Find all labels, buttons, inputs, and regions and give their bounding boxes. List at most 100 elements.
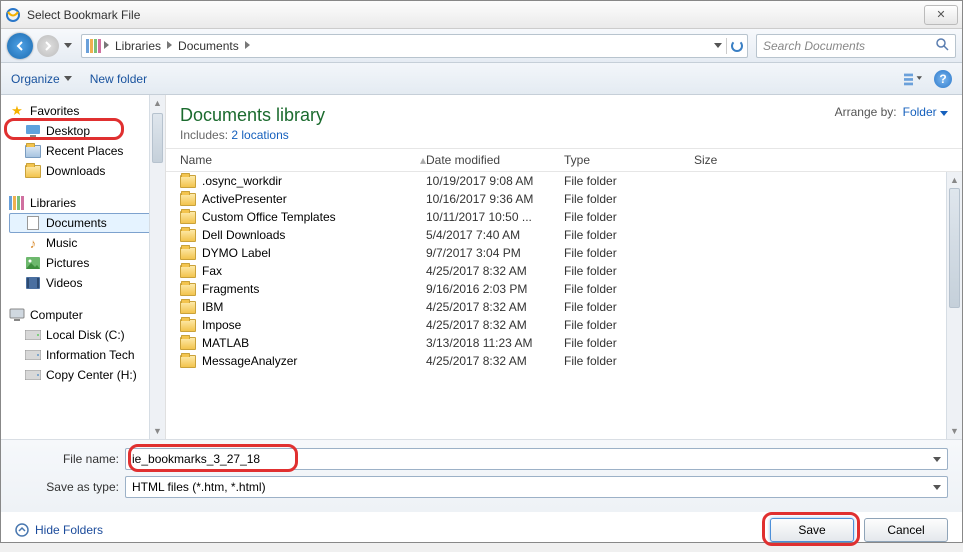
scroll-down-icon[interactable]: ▼ <box>150 423 165 439</box>
computer-icon <box>9 307 25 323</box>
sidebar-item-localdisk[interactable]: Local Disk (C:) <box>9 325 165 345</box>
column-headers: Name ▴ Date modified Type Size <box>166 149 962 172</box>
includes-label: Includes: <box>180 128 228 142</box>
close-button[interactable]: ✕ <box>924 5 958 25</box>
nav-forward-button[interactable] <box>37 35 59 57</box>
netdrive-icon <box>25 347 41 363</box>
scroll-thumb[interactable] <box>949 188 960 308</box>
file-date: 9/16/2016 2:03 PM <box>426 282 564 296</box>
file-name: Custom Office Templates <box>202 210 336 224</box>
sidebar-item-recent[interactable]: Recent Places <box>9 141 165 161</box>
organize-menu[interactable]: Organize <box>11 72 72 86</box>
hide-folders-button[interactable]: Hide Folders <box>15 523 103 537</box>
folder-icon <box>180 319 196 332</box>
sidebar-item-videos[interactable]: Videos <box>9 273 165 293</box>
scroll-up-icon[interactable]: ▲ <box>150 95 165 111</box>
file-date: 10/16/2017 9:36 AM <box>426 192 564 206</box>
ie-icon <box>5 7 21 23</box>
file-row[interactable]: DYMO Label 9/7/2017 3:04 PMFile folder <box>166 244 962 262</box>
search-placeholder: Search Documents <box>763 39 865 53</box>
sidebar-item-infotech[interactable]: Information Tech <box>9 345 165 365</box>
file-date: 4/25/2017 8:32 AM <box>426 318 564 332</box>
computer-group[interactable]: Computer <box>9 305 165 325</box>
videos-icon <box>25 275 41 291</box>
folder-icon <box>180 355 196 368</box>
file-row[interactable]: .osync_workdir10/19/2017 9:08 AMFile fol… <box>166 172 962 190</box>
documents-icon <box>25 215 41 231</box>
view-options-button[interactable] <box>904 70 922 88</box>
file-row[interactable]: IBM4/25/2017 8:32 AMFile folder <box>166 298 962 316</box>
file-name: Fragments <box>202 282 259 296</box>
new-folder-button[interactable]: New folder <box>90 72 147 86</box>
file-row[interactable]: Fax4/25/2017 8:32 AMFile folder <box>166 262 962 280</box>
search-icon <box>935 37 949 54</box>
libraries-group[interactable]: Libraries <box>9 193 165 213</box>
breadcrumb-dropdown[interactable] <box>714 43 722 48</box>
desktop-icon <box>25 123 41 139</box>
file-name: Fax <box>202 264 222 278</box>
breadcrumb-arrow-icon[interactable] <box>245 41 250 51</box>
breadcrumb-bar[interactable]: Libraries Documents <box>81 34 748 58</box>
sidebar-item-music[interactable]: ♪ Music <box>9 233 165 253</box>
file-list[interactable]: .osync_workdir10/19/2017 9:08 AMFile fol… <box>166 172 962 439</box>
nav-back-button[interactable] <box>7 33 33 59</box>
column-type[interactable]: Type <box>564 153 694 167</box>
sidebar-item-copycenter[interactable]: Copy Center (H:) <box>9 365 165 385</box>
sidebar-item-pictures[interactable]: Pictures <box>9 253 165 273</box>
file-name: DYMO Label <box>202 246 271 260</box>
file-type: File folder <box>564 336 694 350</box>
sidebar-item-desktop[interactable]: Desktop <box>9 121 165 141</box>
file-row[interactable]: ActivePresenter10/16/2017 9:36 AMFile fo… <box>166 190 962 208</box>
cancel-button[interactable]: Cancel <box>864 518 948 542</box>
form-area: File name: ie_bookmarks_3_27_18 Save as … <box>1 439 962 512</box>
favorites-group[interactable]: ★ Favorites <box>9 101 165 121</box>
file-row[interactable]: MATLAB3/13/2018 11:23 AMFile folder <box>166 334 962 352</box>
save-button[interactable]: Save <box>770 518 854 542</box>
file-name: Impose <box>202 318 241 332</box>
library-title: Documents library <box>180 105 325 126</box>
file-date: 10/19/2017 9:08 AM <box>426 174 564 188</box>
arrange-by-dropdown[interactable]: Folder <box>903 105 948 119</box>
refresh-icon[interactable] <box>731 40 743 52</box>
file-row[interactable]: Custom Office Templates10/11/2017 10:50 … <box>166 208 962 226</box>
sidebar-item-downloads[interactable]: Downloads <box>9 161 165 181</box>
file-date: 4/25/2017 8:32 AM <box>426 300 564 314</box>
file-type: File folder <box>564 246 694 260</box>
file-type: File folder <box>564 192 694 206</box>
includes-link[interactable]: 2 locations <box>231 128 288 142</box>
column-date[interactable]: Date modified <box>426 153 564 167</box>
filelist-scrollbar[interactable]: ▲ ▼ <box>946 172 962 439</box>
scroll-down-icon[interactable]: ▼ <box>947 423 962 439</box>
filename-label: File name: <box>15 452 125 466</box>
help-button[interactable]: ? <box>934 70 952 88</box>
scroll-up-icon[interactable]: ▲ <box>947 172 962 188</box>
filename-dropdown[interactable] <box>933 454 941 464</box>
titlebar: Select Bookmark File ✕ <box>1 1 962 29</box>
file-row[interactable]: Fragments9/16/2016 2:03 PMFile folder <box>166 280 962 298</box>
saveas-dropdown-icon[interactable] <box>933 482 941 492</box>
folder-icon <box>180 265 196 278</box>
nav-history-dropdown[interactable] <box>63 36 73 56</box>
sidebar-scrollbar[interactable]: ▲ ▼ <box>149 95 165 439</box>
filename-input[interactable]: ie_bookmarks_3_27_18 <box>125 448 948 470</box>
saveas-type-dropdown[interactable]: HTML files (*.htm, *.html) <box>125 476 948 498</box>
breadcrumb-arrow-icon[interactable] <box>104 41 109 51</box>
breadcrumb-libraries[interactable]: Libraries <box>111 39 165 53</box>
file-date: 9/7/2017 3:04 PM <box>426 246 564 260</box>
window-title: Select Bookmark File <box>27 8 924 22</box>
music-icon: ♪ <box>25 235 41 251</box>
file-row[interactable]: Impose4/25/2017 8:32 AMFile folder <box>166 316 962 334</box>
pictures-icon <box>25 255 41 271</box>
scroll-thumb[interactable] <box>152 113 163 163</box>
breadcrumb-documents[interactable]: Documents <box>174 39 243 53</box>
column-size[interactable]: Size <box>694 153 774 167</box>
sidebar-item-documents[interactable]: Documents <box>9 213 165 233</box>
breadcrumb-arrow-icon[interactable] <box>167 41 172 51</box>
file-row[interactable]: Dell Downloads5/4/2017 7:40 AMFile folde… <box>166 226 962 244</box>
column-name[interactable]: Name ▴ <box>180 153 426 167</box>
search-input[interactable]: Search Documents <box>756 34 956 58</box>
file-name: MATLAB <box>202 336 249 350</box>
file-row[interactable]: MessageAnalyzer4/25/2017 8:32 AMFile fol… <box>166 352 962 370</box>
file-name: MessageAnalyzer <box>202 354 297 368</box>
file-name: Dell Downloads <box>202 228 285 242</box>
